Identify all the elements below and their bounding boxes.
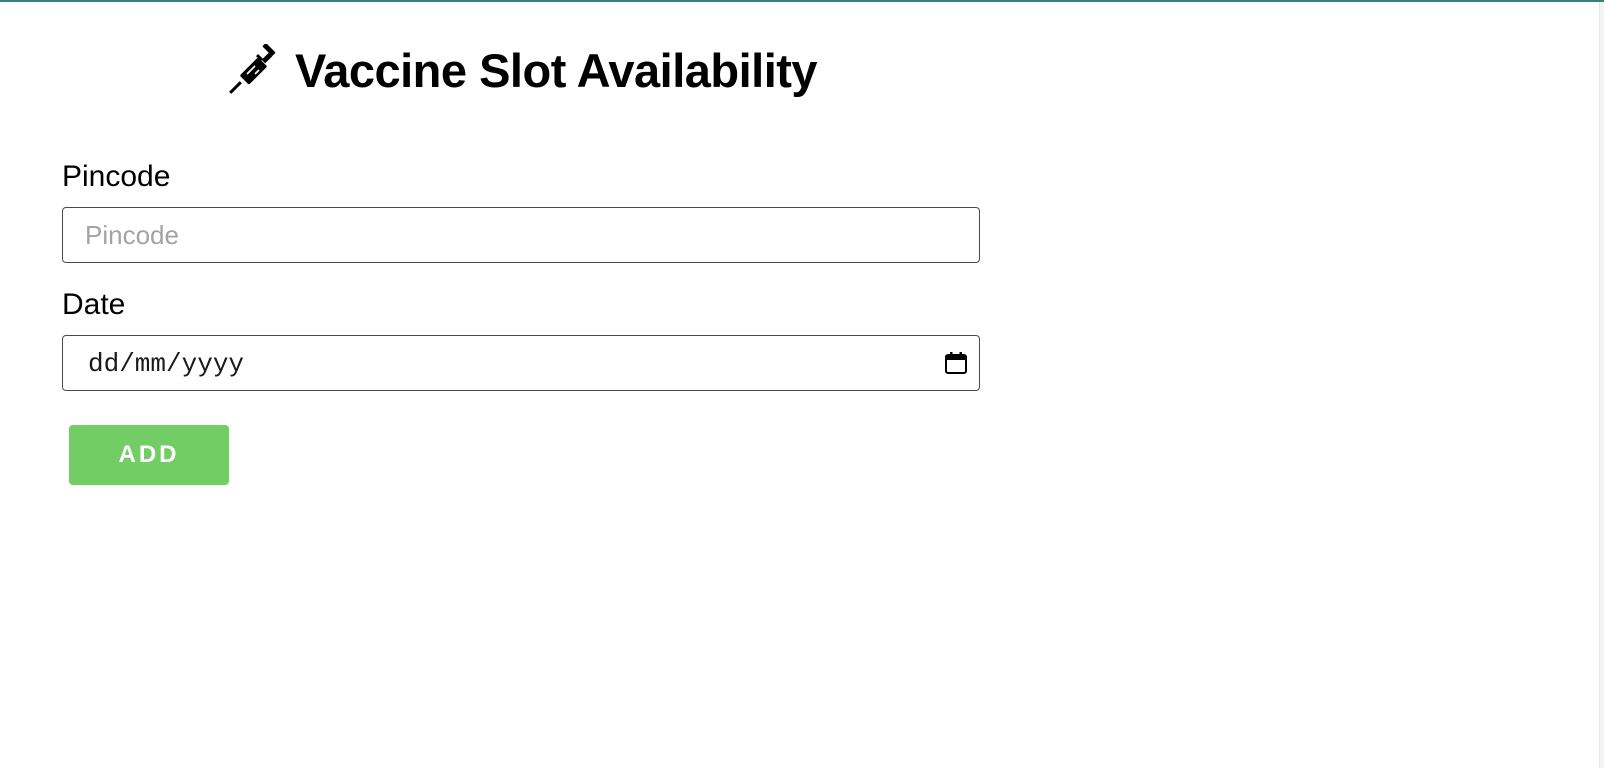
calendar-icon[interactable] xyxy=(943,350,969,376)
scrollbar-track[interactable] xyxy=(1599,2,1604,768)
date-label: Date xyxy=(62,288,126,321)
date-placeholder: dd/mm/yyyy xyxy=(88,349,245,379)
page-title: Vaccine Slot Availability xyxy=(294,43,818,97)
pincode-field-wrapper xyxy=(62,207,980,263)
pincode-input[interactable] xyxy=(63,208,979,262)
add-button[interactable]: ADD xyxy=(69,425,229,485)
page-header: Vaccine Slot Availability xyxy=(62,40,984,100)
window-top-border xyxy=(0,0,1604,2)
date-input[interactable]: dd/mm/yyyy xyxy=(62,335,980,391)
syringe-icon xyxy=(229,43,281,96)
pincode-label: Pincode xyxy=(62,160,171,193)
